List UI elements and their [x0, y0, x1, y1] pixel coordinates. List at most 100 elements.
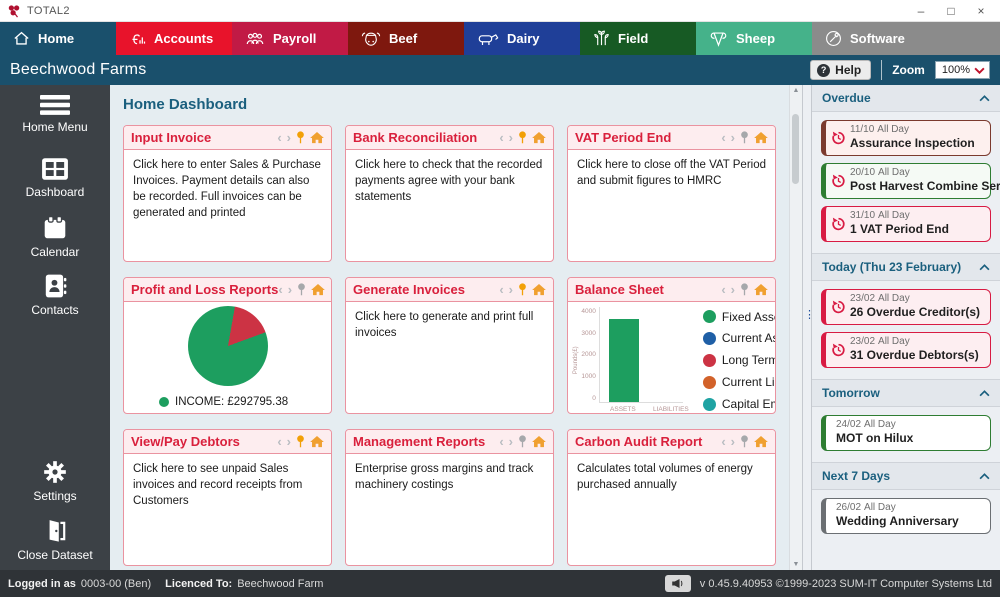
card-management-reports[interactable]: Management Reports ‹ › Enterprise gross m…: [345, 429, 554, 566]
scroll-down-icon[interactable]: ▼: [793, 561, 800, 568]
chevron-up-icon[interactable]: [979, 389, 990, 397]
card-balance-sheet[interactable]: Balance Sheet ‹ › Pounds(£) 4000 3000 200…: [567, 277, 776, 414]
card-view-pay-debtors[interactable]: View/Pay Debtors ‹ › Click here to see un…: [123, 429, 332, 566]
section-header-next-7-days[interactable]: Next 7 Days: [812, 462, 1000, 490]
event-item[interactable]: 11/10 All Day Assurance Inspection: [821, 120, 991, 156]
chevron-right-icon[interactable]: ›: [287, 435, 291, 448]
chevron-right-icon[interactable]: ›: [509, 435, 513, 448]
card-bank-reconciliation[interactable]: Bank Reconciliation ‹ › Click here to che…: [345, 125, 554, 262]
chevron-up-icon[interactable]: [979, 472, 990, 480]
card-generate-invoices[interactable]: Generate Invoices ‹ › Click here to gener…: [345, 277, 554, 414]
scrollbar-thumb[interactable]: [792, 114, 799, 184]
tab-beef[interactable]: Beef: [348, 22, 464, 55]
home-shortcut-icon[interactable]: [532, 435, 546, 448]
tab-payroll[interactable]: Payroll: [232, 22, 348, 55]
sidebar-item-calendar[interactable]: Calendar: [31, 215, 79, 259]
pin-icon[interactable]: [518, 131, 527, 144]
chevron-left-icon[interactable]: ‹: [499, 131, 503, 144]
section-header-tomorrow[interactable]: Tomorrow: [812, 379, 1000, 407]
card-carbon-audit[interactable]: Carbon Audit Report ‹ › Calculates total …: [567, 429, 776, 566]
card-body-text: Click here to enter Sales & Purchase Inv…: [133, 159, 321, 220]
payroll-icon: [246, 32, 264, 44]
chevron-right-icon[interactable]: ›: [731, 131, 735, 144]
sidebar-item-close-dataset[interactable]: Close Dataset: [17, 518, 93, 562]
scrollbar-track[interactable]: [790, 94, 802, 561]
tab-dairy[interactable]: Dairy: [464, 22, 580, 55]
chevron-left-icon[interactable]: ‹: [721, 435, 725, 448]
event-item[interactable]: 23/02 All Day 26 Overdue Creditor(s): [821, 289, 991, 325]
event-date: 26/02 All Day: [836, 502, 896, 513]
event-date: 23/02 All Day: [850, 336, 910, 347]
home-shortcut-icon[interactable]: [532, 131, 546, 144]
sidebar-item-contacts[interactable]: Contacts: [31, 273, 79, 317]
maximize-icon[interactable]: □: [936, 1, 966, 21]
minimize-icon[interactable]: –: [906, 1, 936, 21]
app-window: TOTAL2 – □ × Home Accounts Payroll Beef …: [0, 0, 1000, 597]
home-shortcut-icon[interactable]: [754, 131, 768, 144]
pin-icon[interactable]: [518, 283, 527, 296]
chevron-right-icon[interactable]: ›: [509, 131, 513, 144]
home-shortcut-icon[interactable]: [754, 435, 768, 448]
legend-label: Current Liabilities: [721, 374, 775, 389]
chevron-right-icon[interactable]: ›: [731, 435, 735, 448]
chevron-left-icon[interactable]: ‹: [721, 131, 725, 144]
x-axis-categories: ASSETS LIABILITIES: [599, 405, 695, 413]
event-item[interactable]: 24/02 All Day MOT on Hilux: [821, 415, 991, 451]
chevron-left-icon[interactable]: ‹: [499, 435, 503, 448]
event-item[interactable]: 20/10All Day Post Harvest Combine Servic…: [821, 163, 1000, 199]
scroll-up-icon[interactable]: ▲: [793, 87, 800, 94]
pin-icon[interactable]: [518, 435, 527, 448]
pin-icon[interactable]: [296, 435, 305, 448]
pin-icon[interactable]: [740, 435, 749, 448]
home-shortcut-icon[interactable]: [754, 283, 768, 296]
section-header-today[interactable]: Today (Thu 23 February): [812, 253, 1000, 281]
sidebar-item-dashboard[interactable]: Dashboard: [26, 157, 84, 199]
sidebar-drag-handle-icon[interactable]: ⋮: [804, 310, 815, 321]
section-header-overdue[interactable]: Overdue: [812, 85, 1000, 112]
pin-icon[interactable]: [296, 131, 305, 144]
home-shortcut-icon[interactable]: [311, 283, 325, 296]
event-item[interactable]: 26/02 All Day Wedding Anniversary: [821, 498, 991, 534]
x-category: LIABILITIES: [652, 406, 689, 413]
chevron-up-icon[interactable]: [979, 263, 990, 271]
home-shortcut-icon[interactable]: [310, 435, 324, 448]
event-item[interactable]: 31/10 All Day 1 VAT Period End: [821, 206, 991, 242]
card-profit-loss[interactable]: Profit and Loss Reports ‹ › INCOME: £2927…: [123, 277, 332, 414]
home-shortcut-icon[interactable]: [310, 131, 324, 144]
y-tick: 1000: [581, 373, 596, 381]
home-shortcut-icon[interactable]: [532, 283, 546, 296]
chevron-right-icon[interactable]: ›: [287, 131, 291, 144]
chevron-up-icon[interactable]: [979, 94, 990, 102]
chevron-left-icon[interactable]: ‹: [721, 283, 725, 296]
tab-home[interactable]: Home: [0, 22, 116, 55]
pin-icon[interactable]: [297, 283, 306, 296]
tab-sheep[interactable]: Sheep: [696, 22, 812, 55]
close-icon[interactable]: ×: [966, 1, 996, 21]
licenced-label: Licenced To:: [165, 577, 233, 590]
announcements-button[interactable]: [664, 575, 691, 592]
tab-accounts[interactable]: Accounts: [116, 22, 232, 55]
income-legend-label: INCOME: £292795.38: [175, 396, 289, 408]
chevron-right-icon[interactable]: ›: [288, 283, 292, 296]
card-input-invoice[interactable]: Input Invoice ‹ › Click here to enter Sal…: [123, 125, 332, 262]
question-icon: ?: [817, 63, 831, 77]
zoom-select[interactable]: 100%: [934, 61, 990, 79]
chevron-left-icon[interactable]: ‹: [278, 283, 282, 296]
event-item[interactable]: 23/02 All Day 31 Overdue Debtors(s): [821, 332, 991, 368]
help-button[interactable]: ? Help: [810, 60, 872, 80]
sidebar-item-settings[interactable]: Settings: [33, 459, 77, 503]
tab-field[interactable]: Field: [580, 22, 696, 55]
y-tick: 2000: [581, 351, 596, 359]
sidebar-item-home-menu[interactable]: Home Menu: [22, 94, 88, 134]
tab-software[interactable]: Software: [812, 22, 1000, 55]
chevron-left-icon[interactable]: ‹: [277, 131, 281, 144]
chevron-right-icon[interactable]: ›: [731, 283, 735, 296]
chevron-left-icon[interactable]: ‹: [499, 283, 503, 296]
pin-icon[interactable]: [740, 283, 749, 296]
main-scrollbar[interactable]: ▲ ▼: [789, 85, 802, 570]
pin-icon[interactable]: [740, 131, 749, 144]
card-vat-period-end[interactable]: VAT Period End ‹ › Click here to close of…: [567, 125, 776, 262]
chevron-down-icon: [974, 67, 985, 74]
chevron-left-icon[interactable]: ‹: [277, 435, 281, 448]
chevron-right-icon[interactable]: ›: [509, 283, 513, 296]
